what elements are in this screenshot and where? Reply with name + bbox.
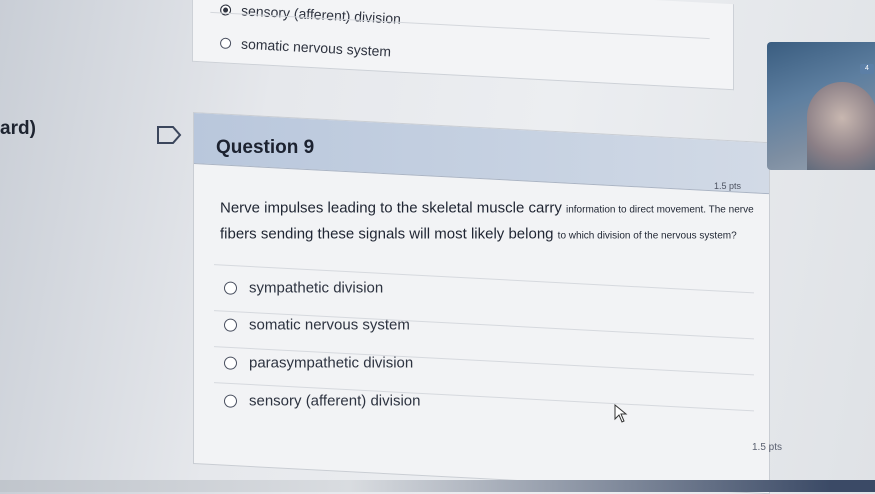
taskbar-edge	[0, 480, 875, 492]
thumbnail-image	[807, 82, 875, 170]
radio-icon[interactable]	[224, 318, 237, 332]
question-text: Nerve impulses leading to the skeletal m…	[220, 196, 760, 248]
left-truncated-label: ard)	[0, 118, 36, 139]
radio-icon[interactable]	[224, 356, 237, 370]
question-card: Question 9 1.5 pts Nerve impulses leadin…	[193, 112, 770, 494]
thumbnail-badge: 4	[860, 64, 874, 74]
answer-option[interactable]: sympathetic division	[224, 280, 383, 297]
points-label: 1.5 pts	[713, 181, 741, 192]
question-text-line2: fibers sending these signals will most l…	[220, 225, 558, 243]
answer-list: sympathetic division somatic nervous sys…	[214, 264, 754, 412]
question-text-line1-small: information to direct movement. The nerv…	[565, 204, 754, 216]
answer-label: sympathetic division	[249, 279, 384, 297]
radio-icon[interactable]	[219, 37, 232, 49]
flag-question-icon[interactable]	[156, 125, 182, 145]
answer-label: somatic nervous system	[249, 316, 410, 334]
next-question-points: 1.5 pts	[752, 442, 783, 453]
question-text-line2-small: to which division of the nervous system?	[557, 230, 737, 242]
radio-icon[interactable]	[224, 281, 237, 295]
radio-icon[interactable]	[224, 394, 237, 408]
question-title: Question 9	[216, 136, 315, 158]
answer-option[interactable]: sensory (afferent) division	[224, 393, 420, 410]
camera-thumbnail: 4	[767, 42, 875, 170]
answer-option[interactable]: parasympathetic division	[224, 355, 413, 372]
answer-label: sensory (afferent) division	[249, 392, 421, 410]
answer-label: parasympathetic division	[249, 354, 414, 372]
cursor-icon	[614, 404, 628, 423]
answer-option[interactable]: somatic nervous system	[224, 317, 410, 334]
question-header: Question 9 1.5 pts	[194, 113, 769, 195]
question-text-line1: Nerve impulses leading to the skeletal m…	[220, 199, 566, 217]
